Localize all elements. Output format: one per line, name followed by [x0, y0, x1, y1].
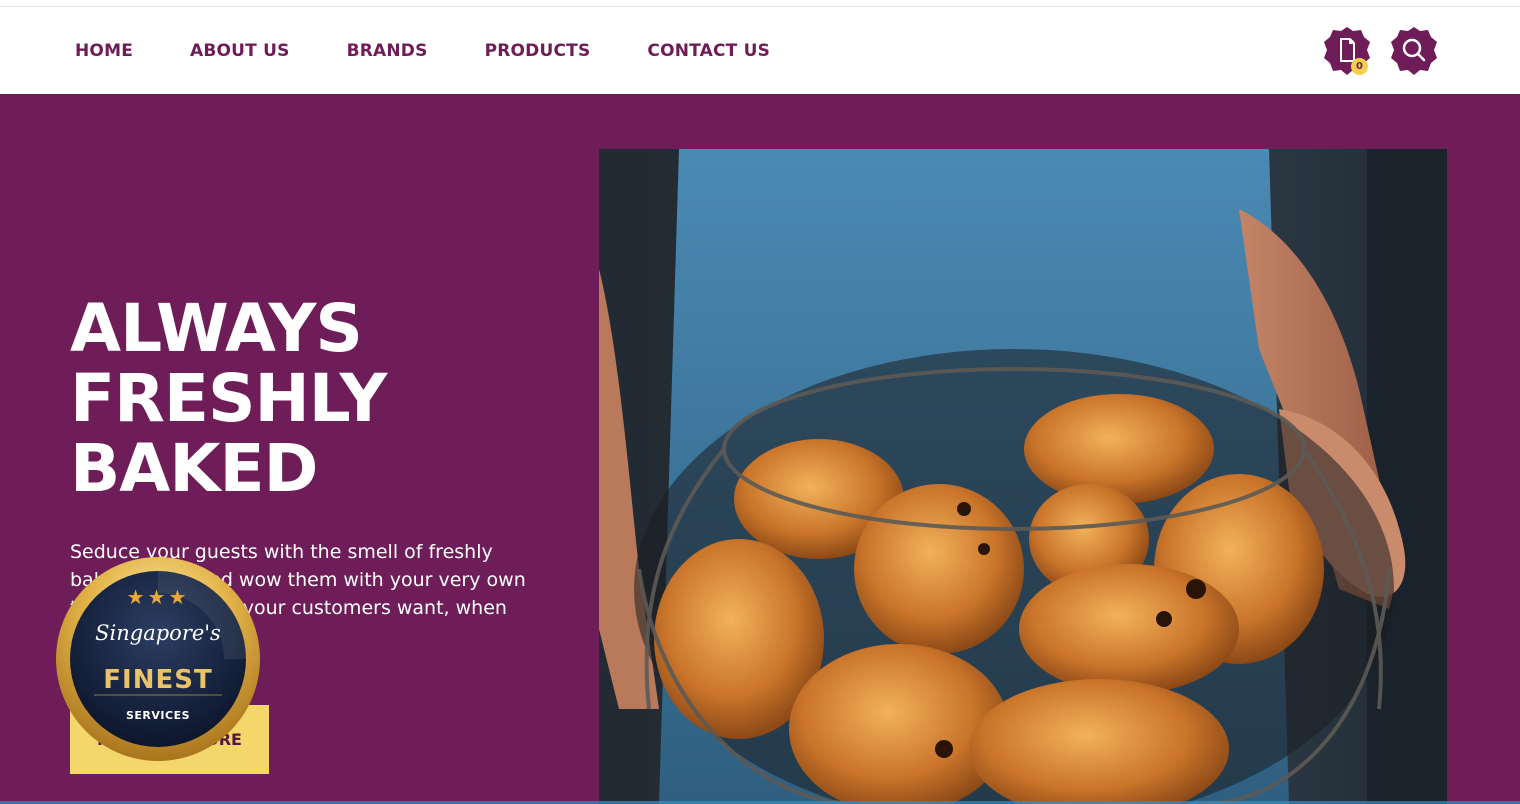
nav-about-us[interactable]: ABOUT US [190, 41, 290, 61]
nav-brands[interactable]: BRANDS [347, 41, 428, 61]
nav-products[interactable]: PRODUCTS [485, 41, 591, 61]
badge-stars: ★★★ [126, 585, 190, 609]
site-header: HOME ABOUT US BRANDS PRODUCTS CONTACT US… [0, 7, 1520, 94]
hero-title-line: ALWAYS [70, 290, 363, 367]
search-button[interactable] [1390, 25, 1438, 77]
main-nav: HOME ABOUT US BRANDS PRODUCTS CONTACT US [75, 41, 827, 61]
cart-button[interactable]: 0 [1323, 25, 1371, 77]
hero-title-line: BAKED [70, 430, 318, 507]
search-icon [1391, 27, 1437, 75]
hero-title-line: FRESHLY [70, 360, 387, 437]
singapores-finest-badge: ★★★ Singapore's FINEST SERVICES [54, 555, 262, 763]
badge-services-text: SERVICES [125, 709, 191, 722]
nav-contact-us[interactable]: CONTACT US [647, 41, 770, 61]
badge-finest-text: FINEST [103, 665, 213, 695]
cart-count-badge: 0 [1351, 58, 1368, 75]
nav-home[interactable]: HOME [75, 41, 133, 61]
badge-script-text: Singapore's [95, 621, 221, 645]
croissant-basket-photo [599, 149, 1447, 804]
hero-title: ALWAYS FRESHLY BAKED [70, 294, 510, 504]
